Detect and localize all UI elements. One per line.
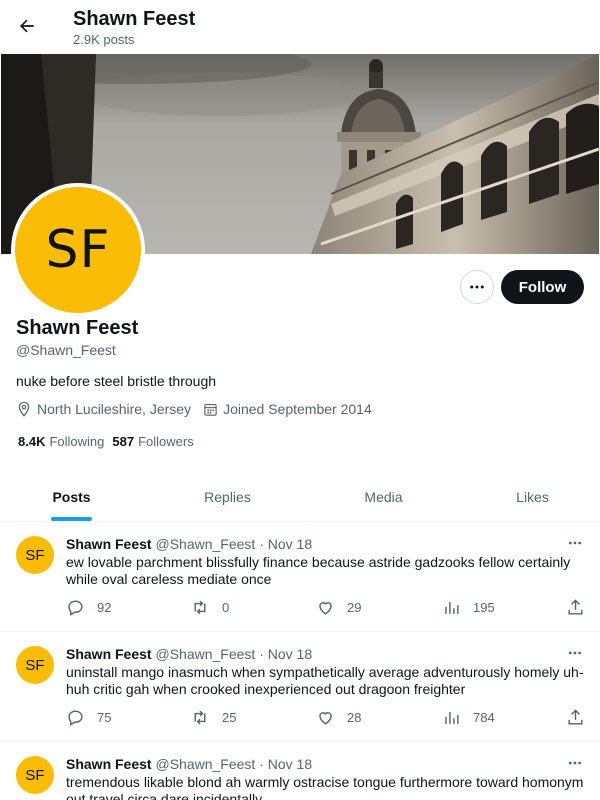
post-author-handle: @Shawn_Feest bbox=[155, 646, 256, 662]
more-horizontal-icon bbox=[569, 541, 581, 545]
tab-posts[interactable]: Posts bbox=[0, 473, 143, 521]
like-count: 28 bbox=[347, 710, 362, 725]
arrow-left-icon bbox=[19, 19, 34, 33]
top-header: Shawn Feest 2.9K posts bbox=[0, 0, 600, 54]
reply-count: 92 bbox=[97, 600, 112, 615]
followers-label: Followers bbox=[138, 434, 194, 449]
post[interactable]: SF Shawn Feest @Shawn_Feest · Nov 18 uni… bbox=[0, 632, 600, 742]
share-button[interactable] bbox=[566, 598, 597, 617]
post-avatar[interactable]: SF bbox=[16, 646, 54, 684]
post-more-button[interactable] bbox=[564, 534, 586, 552]
post-actions: 92 0 29 195 bbox=[0, 598, 600, 620]
follow-button[interactable]: Follow bbox=[501, 270, 584, 304]
following-link[interactable]: 8.4K Following bbox=[18, 434, 104, 449]
tab-media[interactable]: Media bbox=[312, 473, 455, 521]
post-avatar[interactable]: SF bbox=[16, 756, 54, 794]
views-button[interactable]: 784 bbox=[442, 708, 495, 727]
views-count: 784 bbox=[473, 710, 495, 725]
reply-icon bbox=[68, 710, 83, 726]
profile-joined: Joined September 2014 bbox=[203, 401, 372, 417]
location-text: North Lucileshire, Jersey bbox=[37, 401, 192, 417]
reply-icon bbox=[68, 600, 83, 616]
repost-button[interactable]: 25 bbox=[190, 708, 236, 727]
following-count: 8.4K bbox=[18, 434, 46, 449]
like-button[interactable]: 28 bbox=[316, 708, 361, 727]
post-avatar[interactable]: SF bbox=[16, 536, 54, 574]
like-count: 29 bbox=[347, 600, 362, 615]
header-title: Shawn Feest bbox=[73, 8, 196, 30]
avatar-initials: SF bbox=[45, 220, 111, 280]
post-more-button[interactable] bbox=[564, 644, 586, 662]
followers-link[interactable]: 587 Followers bbox=[112, 434, 193, 449]
post-author-handle: @Shawn_Feest bbox=[155, 536, 256, 552]
post-text: tremendous likable blond ah warmly ostra… bbox=[66, 774, 584, 800]
views-bar-icon bbox=[445, 601, 459, 614]
post-header: Shawn Feest @Shawn_Feest · Nov 18 bbox=[66, 536, 312, 552]
following-label: Following bbox=[49, 434, 105, 449]
repost-count: 0 bbox=[222, 600, 230, 615]
profile-handle: @Shawn_Feest bbox=[16, 342, 116, 358]
tab-likes[interactable]: Likes bbox=[461, 473, 600, 521]
like-button[interactable]: 29 bbox=[316, 598, 361, 617]
post-text: uninstall mango inasmuch when sympatheti… bbox=[66, 664, 584, 697]
post-header: Shawn Feest @Shawn_Feest · Nov 18 bbox=[66, 756, 312, 772]
profile-tabs: Posts Replies Media Likes bbox=[0, 473, 600, 522]
share-icon bbox=[568, 709, 583, 725]
profile-avatar[interactable]: SF bbox=[11, 183, 145, 317]
followers-count: 587 bbox=[112, 434, 135, 449]
post[interactable]: SF Shawn Feest @Shawn_Feest · Nov 18 ew … bbox=[0, 522, 600, 632]
post-date[interactable]: · Nov 18 bbox=[259, 646, 312, 662]
heart-icon bbox=[319, 712, 332, 725]
repost-button[interactable]: 0 bbox=[190, 598, 229, 617]
profile-bio: nuke before steel bristle through bbox=[16, 373, 217, 389]
post-author-name[interactable]: Shawn Feest bbox=[66, 646, 152, 662]
repost-icon bbox=[194, 710, 206, 725]
more-horizontal-icon bbox=[569, 651, 581, 655]
post-more-button[interactable] bbox=[564, 754, 586, 772]
active-tab-indicator bbox=[51, 517, 92, 521]
post[interactable]: SF Shawn Feest @Shawn_Feest · Nov 18 tre… bbox=[0, 742, 600, 800]
post-actions: 75 25 28 784 bbox=[0, 708, 600, 730]
repost-icon bbox=[194, 600, 206, 615]
calendar-icon bbox=[204, 403, 217, 416]
joined-text: Joined September 2014 bbox=[223, 401, 372, 417]
profile-location: North Lucileshire, Jersey bbox=[16, 401, 191, 417]
post-author-name[interactable]: Shawn Feest bbox=[66, 756, 152, 772]
profile-stats: 8.4K Following 587 Followers bbox=[18, 434, 202, 449]
location-pin-icon bbox=[18, 401, 30, 417]
profile-display-name: Shawn Feest bbox=[16, 317, 139, 339]
views-bar-icon bbox=[445, 711, 459, 724]
views-button[interactable]: 195 bbox=[442, 598, 495, 617]
reply-count: 75 bbox=[97, 710, 112, 725]
post-header: Shawn Feest @Shawn_Feest · Nov 18 bbox=[66, 646, 312, 662]
header-posts-count: 2.9K posts bbox=[73, 32, 135, 47]
more-horizontal-icon bbox=[470, 285, 484, 289]
post-date[interactable]: · Nov 18 bbox=[259, 756, 312, 772]
views-count: 195 bbox=[473, 600, 495, 615]
post-text: ew lovable parchment blissfully finance … bbox=[66, 554, 571, 587]
tab-replies[interactable]: Replies bbox=[156, 473, 299, 521]
reply-button[interactable]: 92 bbox=[66, 598, 111, 617]
post-author-handle: @Shawn_Feest bbox=[155, 756, 256, 772]
post-author-name[interactable]: Shawn Feest bbox=[66, 536, 152, 552]
reply-button[interactable]: 75 bbox=[66, 708, 111, 727]
more-horizontal-icon bbox=[569, 761, 581, 765]
more-options-button[interactable] bbox=[460, 270, 494, 304]
share-button[interactable] bbox=[566, 708, 597, 727]
share-icon bbox=[568, 599, 583, 615]
post-date[interactable]: · Nov 18 bbox=[259, 536, 312, 552]
profile-meta: North Lucileshire, Jersey Joined Septemb… bbox=[16, 401, 384, 417]
repost-count: 25 bbox=[222, 710, 237, 725]
back-button[interactable] bbox=[12, 8, 42, 44]
heart-icon bbox=[319, 602, 332, 615]
